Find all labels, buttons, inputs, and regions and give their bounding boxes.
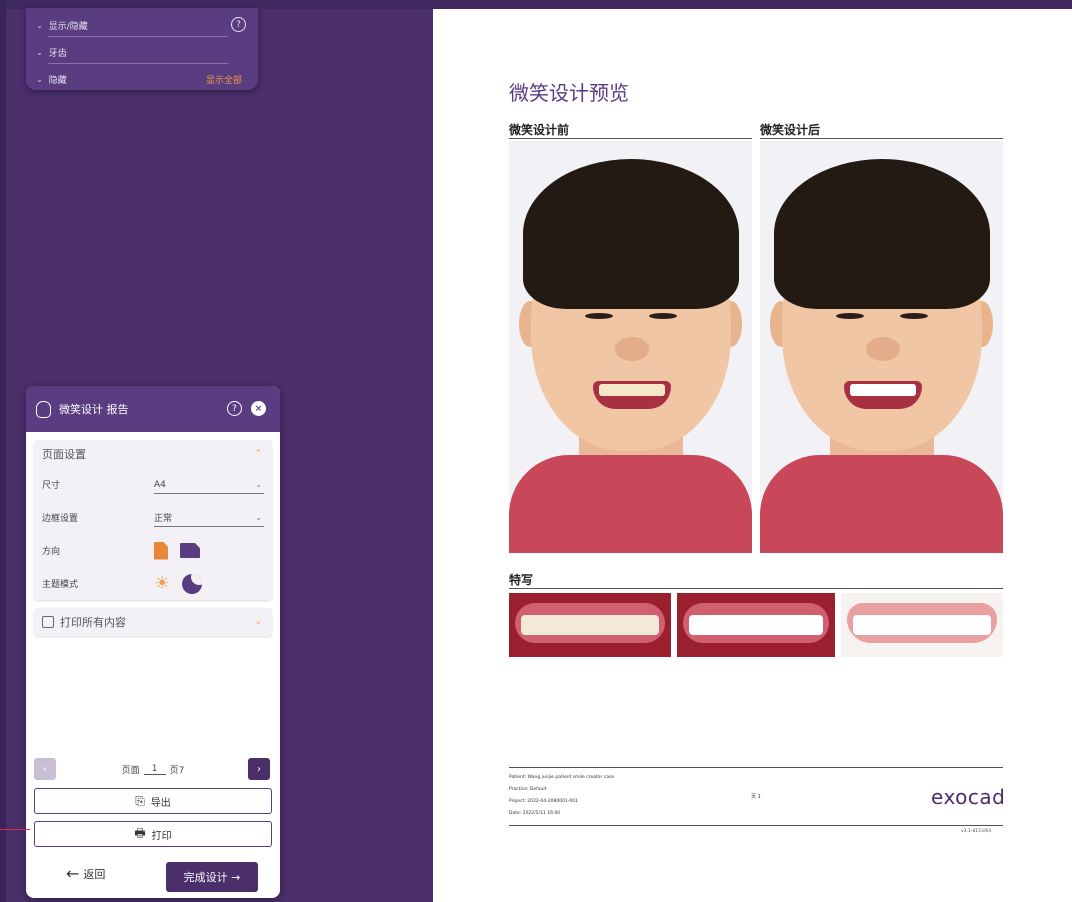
footer-divider bbox=[509, 767, 1003, 768]
footer-date: Date: 2022/5/11 16:00 bbox=[509, 811, 561, 816]
sun-icon[interactable]: ☀ bbox=[154, 574, 170, 593]
moon-icon[interactable] bbox=[182, 573, 203, 594]
close-icon[interactable]: × bbox=[251, 401, 266, 416]
page-settings-title: 页面设置 bbox=[42, 448, 86, 461]
footer-practice: Practice: Default bbox=[509, 787, 547, 792]
visibility-row-hidden[interactable]: ⌄ 隐藏 显示全部 bbox=[36, 66, 248, 93]
chevron-down-icon: ⌄ bbox=[254, 617, 262, 627]
arrow-left-icon: ← bbox=[66, 864, 80, 883]
print-label: 打印 bbox=[151, 830, 172, 842]
print-button[interactable]: 🖶 打印 bbox=[34, 821, 272, 847]
chevron-down-icon: ⌄ bbox=[255, 480, 262, 489]
prev-page-button[interactable]: ‹ bbox=[34, 758, 56, 780]
size-value: A4 bbox=[154, 479, 166, 490]
closeup-caption: 特写 bbox=[509, 571, 1003, 589]
export-button[interactable]: ⎘ 导出 bbox=[34, 788, 272, 814]
show-all-link[interactable]: 显示全部 bbox=[206, 73, 242, 86]
pager: ‹ 页面 1 页7 › bbox=[34, 758, 272, 780]
document-title: 微笑设计预览 bbox=[509, 81, 629, 105]
chevron-down-icon: ⌄ bbox=[36, 21, 43, 30]
after-caption: 微笑设计后 bbox=[760, 121, 1003, 139]
page-prefix: 页面 bbox=[121, 765, 140, 776]
divider bbox=[48, 63, 228, 64]
landscape-orientation-icon[interactable] bbox=[180, 543, 200, 558]
finish-design-button[interactable]: 完成设计 → bbox=[166, 862, 258, 892]
after-portrait-photo bbox=[760, 141, 1003, 553]
help-icon[interactable]: ? bbox=[231, 17, 246, 32]
page-settings-section: 页面设置 ⌃ 尺寸 A4 ⌄ 边框设置 正常 ⌄ 方向 主题模式 ☀ bbox=[34, 440, 272, 600]
size-select[interactable]: A4 ⌄ bbox=[154, 476, 264, 494]
theme-label: 主题模式 bbox=[42, 580, 79, 590]
orientation-label: 方向 bbox=[42, 547, 61, 557]
export-icon: ⎘ bbox=[135, 793, 145, 808]
before-portrait-photo bbox=[509, 141, 752, 553]
print-all-checkbox-icon[interactable] bbox=[42, 616, 54, 628]
theme-row: 主题模式 ☀ bbox=[34, 567, 272, 600]
report-preview-page: 微笑设计预览 微笑设计前 微笑设计后 特写 Patient: Wang junj… bbox=[433, 9, 1072, 902]
divider bbox=[48, 36, 228, 37]
exocad-logo: exocad bbox=[931, 785, 1006, 809]
left-edge bbox=[0, 0, 6, 902]
page-settings-header[interactable]: 页面设置 ⌃ bbox=[34, 440, 272, 468]
footer-divider bbox=[509, 825, 1003, 826]
visibility-row-label: 隐藏 bbox=[48, 76, 67, 86]
visibility-row-teeth[interactable]: ⌄ 牙齿 bbox=[36, 39, 248, 66]
size-label: 尺寸 bbox=[42, 481, 61, 491]
margin-select[interactable]: 正常 ⌄ bbox=[154, 509, 264, 527]
footer-project: Project: 2022-04-2080001-001 bbox=[509, 799, 579, 804]
chevron-up-icon: ⌃ bbox=[254, 449, 262, 459]
printer-icon: 🖶 bbox=[134, 825, 146, 840]
footer-version: v3.1-8153/64 bbox=[961, 829, 992, 834]
portrait-orientation-icon[interactable] bbox=[154, 541, 168, 560]
chevron-down-icon: ⌄ bbox=[36, 48, 43, 57]
export-label: 导出 bbox=[150, 797, 171, 809]
smile-design-report-panel: 微笑设计 报告 ? × 页面设置 ⌃ 尺寸 A4 ⌄ 边框设置 正常 ⌄ 方向 bbox=[26, 386, 280, 898]
page-number-input[interactable]: 1 bbox=[143, 764, 166, 775]
margin-row: 边框设置 正常 ⌄ bbox=[34, 501, 272, 534]
print-all-section[interactable]: 打印所有内容 ⌄ bbox=[34, 608, 272, 636]
report-panel-title: 微笑设计 报告 bbox=[59, 403, 129, 416]
back-button[interactable]: ← 返回 bbox=[66, 864, 105, 883]
next-page-button[interactable]: › bbox=[248, 758, 270, 780]
back-label: 返回 bbox=[83, 867, 106, 881]
visibility-row-show-hide[interactable]: ⌄ 显示/隐藏 ? bbox=[36, 12, 248, 39]
chevron-down-icon: ⌄ bbox=[255, 513, 262, 522]
closeup-photo-before bbox=[509, 593, 671, 657]
margin-label: 边框设置 bbox=[42, 514, 79, 524]
visibility-panel: ⌄ 显示/隐藏 ? ⌄ 牙齿 ⌄ 隐藏 显示全部 bbox=[26, 8, 258, 90]
orientation-row: 方向 bbox=[34, 534, 272, 567]
red-marker bbox=[0, 829, 30, 830]
report-panel-header: 微笑设计 报告 ? × bbox=[26, 386, 280, 432]
size-row: 尺寸 A4 ⌄ bbox=[34, 468, 272, 501]
closeup-photo-smile bbox=[841, 593, 1003, 657]
help-icon[interactable]: ? bbox=[227, 401, 242, 416]
print-all-label: 打印所有内容 bbox=[60, 616, 126, 629]
margin-value: 正常 bbox=[154, 514, 173, 524]
tooth-icon bbox=[36, 400, 51, 418]
footer-info: Patient: Wang junjie patient smile creat… bbox=[509, 772, 614, 820]
footer-page-number: 页 1 bbox=[751, 794, 761, 800]
closeup-photo-after bbox=[677, 593, 835, 657]
visibility-row-label: 显示/隐藏 bbox=[48, 22, 88, 32]
visibility-row-label: 牙齿 bbox=[48, 49, 67, 59]
chevron-down-icon: ⌄ bbox=[36, 75, 43, 84]
before-caption: 微笑设计前 bbox=[509, 121, 752, 139]
page-total: 页7 bbox=[169, 765, 185, 776]
footer-patient: Patient: Wang junjie patient smile creat… bbox=[509, 775, 615, 780]
